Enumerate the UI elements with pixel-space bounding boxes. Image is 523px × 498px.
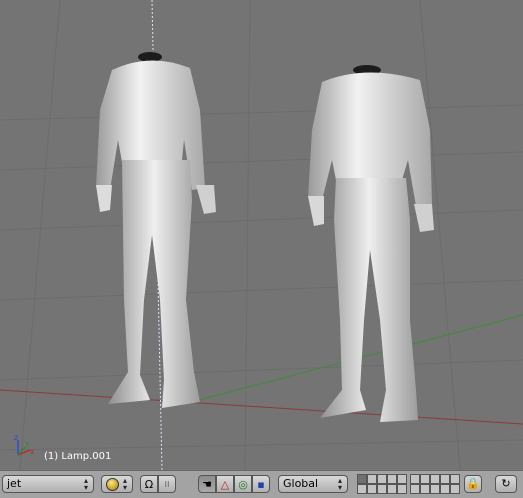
- updown-arrows-icon: ▴ ▾: [337, 476, 342, 492]
- loop-icon[interactable]: ↻: [495, 475, 517, 493]
- square-icon[interactable]: ▪: [252, 475, 270, 493]
- viewport-header: jet ▴ ▾ ▴ ▾ Ω ⁝⁝ ☚ △ ◎ ▪ Global ▴ ▾ 🔒 ↻: [0, 470, 523, 498]
- axis-x-label: x: [30, 447, 35, 456]
- orientation-select-value: Global: [283, 477, 319, 490]
- curve-icon[interactable]: Ω: [140, 475, 158, 493]
- character-female[interactable]: [96, 52, 216, 408]
- axes-gizmo: z x y: [14, 433, 35, 456]
- layers-block-2[interactable]: [410, 474, 460, 494]
- manipulator-group: ☚ △ ◎ ▪: [198, 475, 270, 493]
- grid: [0, 0, 523, 470]
- layout-select[interactable]: jet ▴ ▾: [2, 475, 94, 493]
- axis-y-label: y: [25, 439, 30, 448]
- updown-arrows-icon: ▴ ▾: [83, 476, 88, 492]
- 3d-viewport[interactable]: z x y (1) Lamp.001: [0, 0, 523, 470]
- triangle-icon[interactable]: △: [216, 475, 234, 493]
- hand-icon[interactable]: ☚: [198, 475, 216, 493]
- shading-menu-button[interactable]: ▴ ▾: [101, 475, 133, 493]
- sphere-shading-icon: [106, 478, 119, 491]
- lock-icon[interactable]: 🔒: [464, 475, 482, 493]
- scene-canvas[interactable]: z x y: [0, 0, 523, 470]
- dots-icon[interactable]: ⁝⁝: [158, 475, 176, 493]
- layers-block-1[interactable]: [357, 474, 407, 494]
- axis-z-label: z: [14, 433, 18, 442]
- orientation-select[interactable]: Global ▴ ▾: [278, 475, 348, 493]
- layout-select-value: jet: [7, 477, 22, 490]
- active-object-status: (1) Lamp.001: [44, 451, 112, 462]
- updown-arrows-icon: ▴ ▾: [122, 476, 127, 492]
- character-male[interactable]: [308, 65, 434, 422]
- pivot-group: Ω ⁝⁝: [140, 475, 176, 493]
- x-axis-line: [0, 389, 523, 425]
- ring-icon[interactable]: ◎: [234, 475, 252, 493]
